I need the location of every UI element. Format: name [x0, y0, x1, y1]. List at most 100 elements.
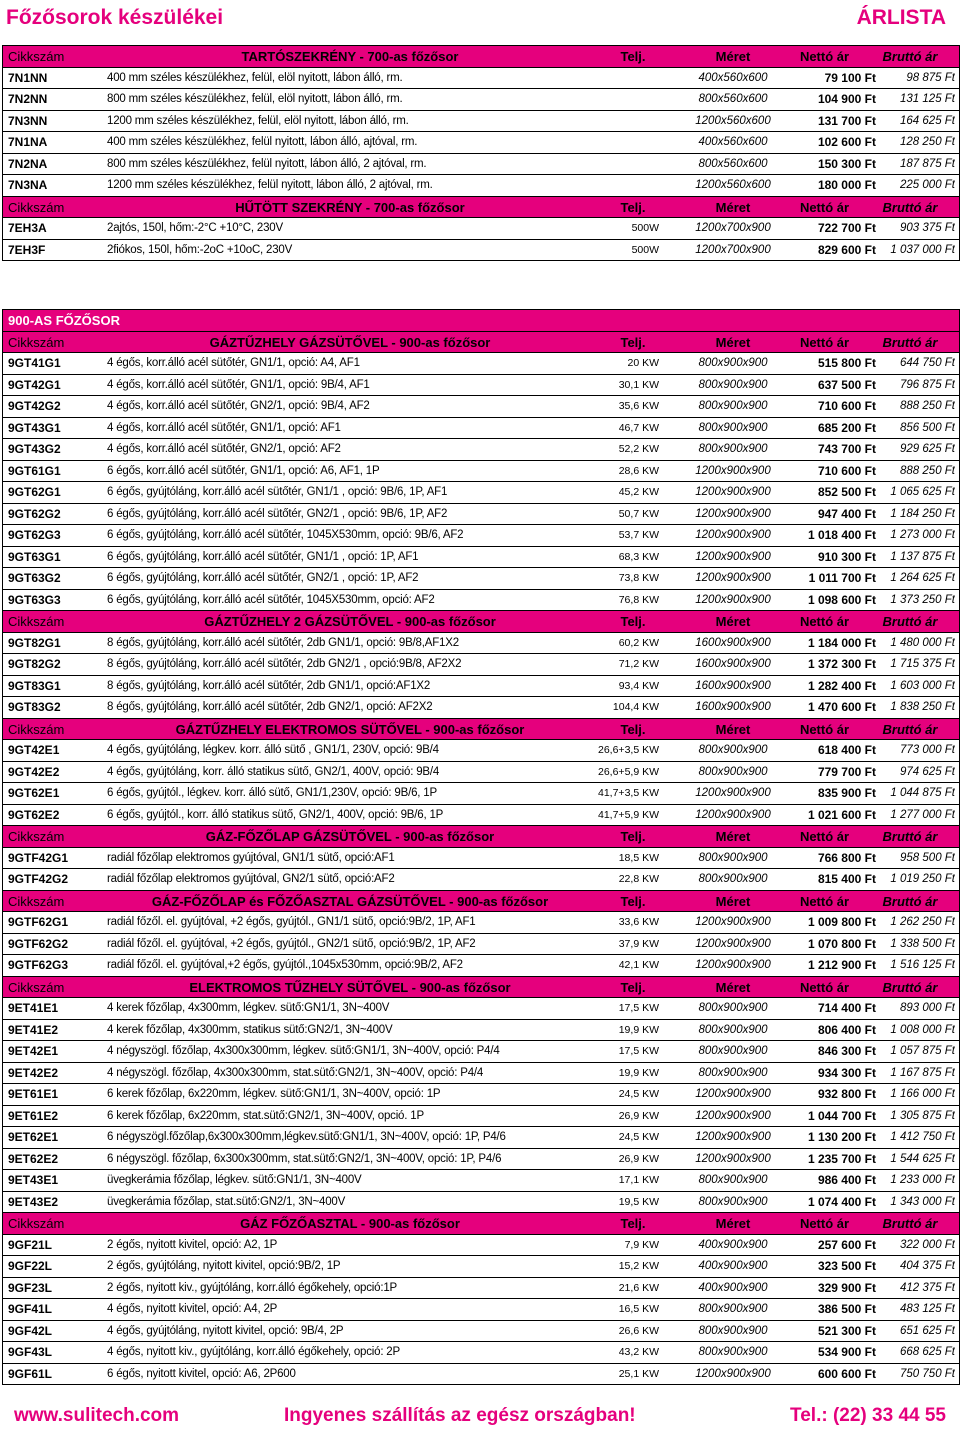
product-power: 500W [631, 222, 659, 234]
product-power: 52,2 KW [618, 443, 659, 455]
product-code: 9ET43E2 [8, 1194, 59, 1209]
product-code: 9GT42E2 [8, 764, 60, 779]
gross-price: 888 250 Ft [900, 464, 955, 477]
category-title: ELEKTROMOS TŰZHELY SÜTŐVEL - 900-as főző… [189, 979, 511, 995]
net-price: 1 098 600 Ft [807, 592, 876, 607]
product-description: 4 égős, gyújtóláng, légkev. korr. álló s… [107, 744, 439, 756]
product-description: 800 mm széles készülékhez, felül, elöl n… [107, 93, 403, 105]
col-header-gross-price: Bruttó ár [882, 721, 938, 737]
net-price: 104 900 Ft [817, 92, 876, 106]
product-code: 9ET42E2 [8, 1065, 59, 1080]
net-price: 329 900 Ft [817, 1280, 876, 1295]
product-description: 2 égős, nyitott kivitel, opció: A2, 1P [107, 1238, 278, 1251]
product-power: 19,5 KW [618, 1195, 659, 1208]
gross-price: 1 544 625 Ft [890, 1152, 955, 1165]
net-price: 386 500 Ft [817, 1302, 876, 1316]
net-price: 710 600 Ft [817, 463, 876, 478]
table-row: 9ET42E1 4 négyszögl. főzőlap, 4x300x300mm… [3, 1041, 959, 1063]
net-price: 618 400 Ft [817, 743, 876, 757]
col-header-code: Cikkszám [8, 49, 65, 64]
gross-price: 1 305 875 Ft [890, 1109, 955, 1122]
net-price: 150 300 Ft [817, 156, 876, 171]
gross-price: 668 625 Ft [900, 1346, 955, 1358]
net-price: 1 372 300 Ft [807, 657, 876, 671]
gross-price: 1 273 000 Ft [890, 529, 955, 541]
gross-price: 644 750 Ft [900, 357, 955, 369]
product-description: 6 négyszögl. főzőlap, 6x300x300mm, stat.… [107, 1152, 502, 1165]
col-header-net-price: Nettó ár [799, 721, 850, 737]
gross-price: 1 262 250 Ft [890, 916, 955, 928]
product-code: 9GTF62G3 [8, 958, 69, 972]
table-row: 9GTF62G2 radiál főzől. el. gyújtóval, +2 … [3, 934, 959, 955]
table-row: 9GT83G2 8 égős, gyújtóláng, korr.álló acé… [3, 697, 959, 719]
product-description: 8 égős, gyújtóláng, korr.álló acél sütőt… [107, 679, 431, 692]
net-price: 779 700 Ft [817, 764, 876, 779]
table-row: 9GT63G2 6 égős, gyújtóláng, korr.álló acé… [3, 568, 959, 590]
net-price: 1 235 700 Ft [807, 1151, 876, 1166]
net-price: 600 600 Ft [817, 1366, 876, 1381]
net-price: 1 011 700 Ft [808, 571, 876, 585]
product-code: 9ET42E1 [8, 1044, 59, 1058]
product-description: 6 égős, gyújtóláng, korr.álló acél sütőt… [107, 550, 419, 563]
gross-price: 773 000 Ft [900, 744, 955, 756]
net-price: 1 021 600 Ft [807, 807, 876, 822]
gross-price: 164 625 Ft [900, 114, 955, 127]
col-header-power: Telj. [620, 893, 646, 909]
product-description: 2ajtós, 150l, hőm:-2°C +10°C, 230V [107, 222, 283, 234]
net-price: 846 300 Ft [817, 1044, 876, 1058]
product-description: 8 égős, gyújtóláng, korr.álló acél sütőt… [107, 701, 433, 713]
col-header-net-price: Nettó ár [799, 893, 850, 909]
category-header-row: Cikkszám GÁZ-FŐZŐLAP GÁZSÜTŐVEL - 900-as … [3, 826, 959, 848]
col-header-gross-price: Bruttó ár [882, 199, 938, 215]
net-price: 1 130 200 Ft [807, 1130, 876, 1144]
website-link[interactable]: www.sulitech.com [14, 1405, 179, 1427]
product-code: 9GT43G1 [8, 420, 61, 435]
category-header-row: Cikkszám TARTÓSZEKRÉNY - 700-as főzősor Te… [3, 46, 959, 68]
table-row: 9GT82G2 8 égős, gyújtóláng, korr.álló acé… [3, 654, 959, 676]
product-description: 4 égős, korr.álló acél sütőtér, GN1/1, o… [107, 378, 370, 391]
col-header-power: Telj. [620, 721, 646, 737]
category-title: GÁZTŰZHELY ELEKTROMOS SÜTŐVEL - 900-as f… [175, 721, 525, 737]
product-description: 800 mm széles készülékhez, felül nyitott… [107, 157, 427, 170]
net-price: 1 282 400 Ft [807, 678, 876, 693]
table-row: 9ET41E1 4 kerek főzőlap, 4x300mm, légkev.… [3, 998, 959, 1020]
net-price: 806 400 Ft [817, 1022, 876, 1037]
product-code: 9GF41L [8, 1302, 53, 1316]
product-description: 4 égős, korr.álló acél sütőtér, GN2/1, o… [107, 400, 370, 412]
net-price: 743 700 Ft [817, 442, 876, 456]
gross-price: 1 343 000 Ft [890, 1195, 955, 1208]
table-row: 7N1NN 400 mm széles készülékhez, felül, e… [3, 68, 959, 89]
category-header-row: Cikkszám ELEKTROMOS TŰZHELY SÜTŐVEL - 900… [3, 976, 959, 998]
product-code: 9GT43G2 [8, 442, 61, 456]
table-row: 9GT62G1 6 égős, gyújtóláng, korr.álló acé… [3, 482, 959, 504]
net-price: 102 600 Ft [817, 135, 876, 149]
net-price: 1 009 800 Ft [807, 915, 876, 929]
gross-price: 483 125 Ft [900, 1303, 955, 1315]
product-power: 24,5 KW [618, 1131, 659, 1143]
category-title: TARTÓSZEKRÉNY - 700-as főzősor [241, 49, 459, 64]
col-header-gross-price: Bruttó ár [882, 893, 938, 909]
product-power: 68,3 KW [618, 550, 659, 563]
product-power: 22,8 KW [618, 873, 659, 885]
product-code: 9GT62E2 [8, 807, 60, 822]
table-row: 7N2NN 800 mm széles készülékhez, felül, e… [3, 89, 959, 111]
net-price: 79 100 Ft [824, 70, 876, 85]
product-description: 4 égős, nyitott kivitel, opció: A4, 2P [107, 1303, 278, 1315]
product-description: 2 égős, gyújtóláng, nyitott kivitel, opc… [107, 1260, 341, 1272]
table-row: 7N2NA 800 mm széles készülékhez, felül ny… [3, 154, 959, 175]
product-power: 30,1 KW [618, 378, 659, 391]
product-description: 4 égős, korr.álló acél sütőtér, GN1/1, o… [107, 357, 360, 369]
product-description: 8 égős, gyújtóláng, korr.álló acél sütőt… [107, 636, 459, 649]
col-header-gross-price: Bruttó ár [882, 1216, 938, 1231]
gross-price: 1 603 000 Ft [890, 679, 955, 692]
category-header-row: Cikkszám HŰTÖTT SZEKRÉNY - 700-as főzősor… [3, 196, 959, 218]
col-header-power: Telj. [620, 49, 646, 64]
product-description: üvegkerámia főzőlap, stat.sütő:GN2/1, 3N… [107, 1195, 346, 1208]
product-code: 9GTF62G2 [8, 936, 69, 951]
net-price: 829 600 Ft [817, 242, 876, 257]
product-code: 9GT62G1 [8, 485, 61, 499]
product-power: 18,5 KW [618, 851, 659, 864]
table-row: 9GF42L 4 égős, gyújtóláng, nyitott kivite… [3, 1321, 959, 1342]
product-description: 6 kerek főzőlap, 6x220mm, légkev. sütő:G… [107, 1088, 441, 1100]
net-price: 910 300 Ft [817, 549, 876, 564]
